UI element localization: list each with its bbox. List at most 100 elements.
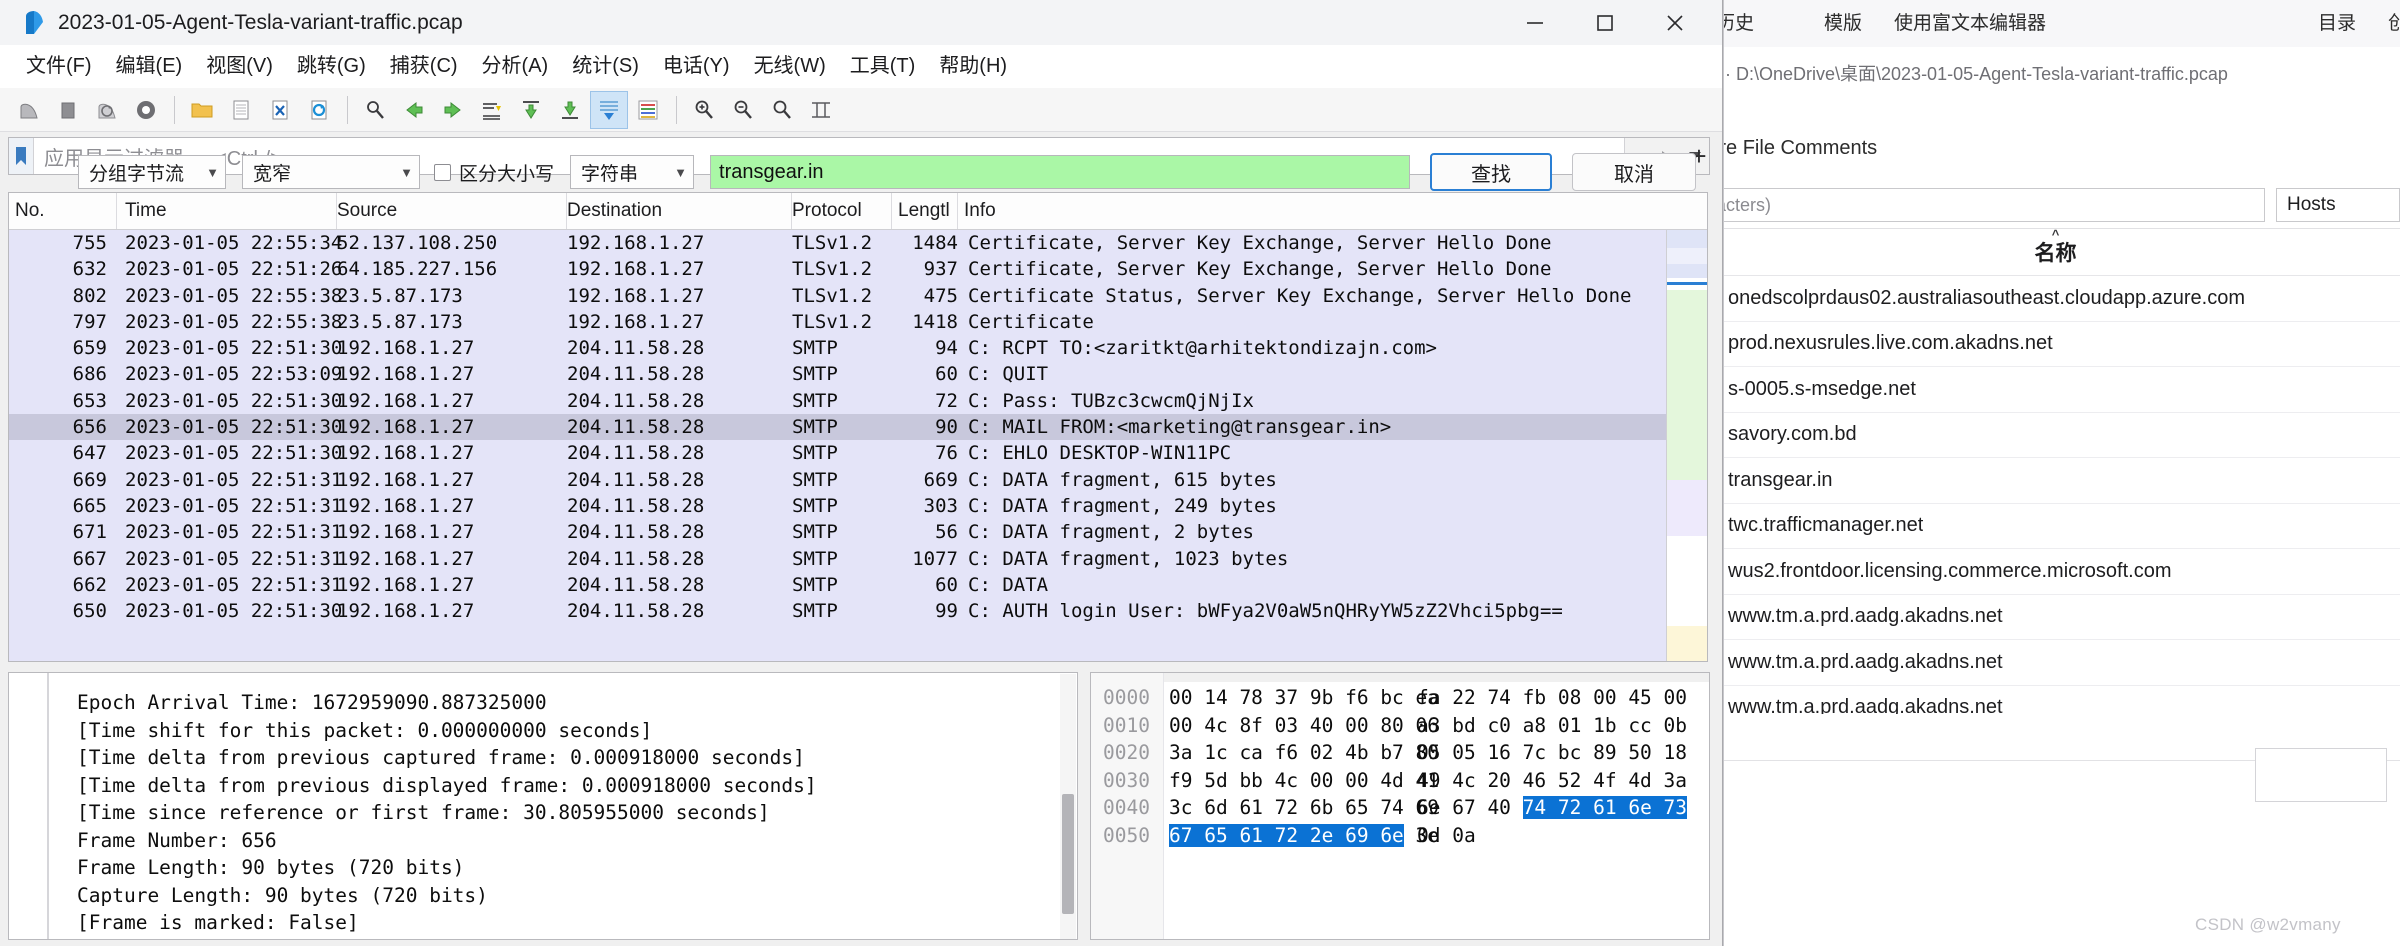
menu-item-3[interactable]: 跳转(G) [285,45,378,88]
cancel-button[interactable]: 取消 [1572,153,1697,191]
packet-row[interactable]: 797 2023-01-05 22:55:38 23.5.87.173 192.168… [9,308,1707,336]
packet-row[interactable]: 665 2023-01-05 22:51:31 192.168.1.27 204.11… [9,492,1707,520]
column-header-no[interactable]: No. [9,193,117,229]
ribbon-item-toc[interactable]: 目录 [2302,0,2372,47]
detail-line[interactable]: Epoch Arrival Time: 1672959090.887325000 [77,689,1077,717]
packet-row[interactable]: 650 2023-01-05 22:51:30 192.168.1.27 204.11… [9,598,1707,625]
packet-time: 2023-01-05 22:51:31 [125,494,343,517]
go-first-packet-icon[interactable] [512,91,550,129]
ribbon-item-rich-text-editor[interactable]: 使用富文本编辑器 [1878,0,2062,47]
background-blank-field[interactable] [2255,748,2387,802]
save-file-icon[interactable] [222,91,260,129]
packet-list-minimap[interactable] [1666,230,1707,661]
detail-line[interactable]: Frame Length: 90 bytes (720 bits) [77,854,1077,882]
column-header-protocol[interactable]: Protocol [792,193,892,229]
hosts-col-name-header[interactable]: ^ 名称 [1711,229,2400,267]
packet-row[interactable]: 755 2023-01-05 22:55:34 52.137.108.250 192.… [9,230,1707,257]
hex-left-group: 3c 6d 61 72 6b 65 74 69 [1169,794,1439,822]
packet-row[interactable]: 802 2023-01-05 22:55:38 23.5.87.173 192.168… [9,282,1707,309]
hex-line[interactable]: 0000 00 14 78 37 9b f6 bc ea fa 22 74 fb 0… [1091,684,1709,712]
packet-bytes-pane[interactable]: 0000 00 14 78 37 9b f6 bc ea fa 22 74 fb 0… [1090,672,1710,940]
packet-row[interactable]: 669 2023-01-05 22:51:31 192.168.1.27 204.11… [9,466,1707,493]
minimize-icon[interactable] [1500,0,1570,45]
auto-scroll-icon[interactable] [590,90,628,129]
pane-splitter[interactable] [8,664,1708,672]
menu-item-10[interactable]: 帮助(H) [927,45,1019,88]
restart-capture-icon[interactable] [88,91,126,129]
packet-row[interactable]: 653 2023-01-05 22:51:30 192.168.1.27 204.11… [9,387,1707,415]
menu-item-5[interactable]: 分析(A) [470,45,561,88]
go-to-packet-icon[interactable] [473,91,511,129]
colorize-icon[interactable] [629,91,667,129]
column-header-length[interactable]: Lengtl [892,193,958,229]
hex-line[interactable]: 0040 3c 6d 61 72 6b 65 74 69 6e 67 40 74 7… [1091,794,1709,822]
detail-line[interactable]: Capture Length: 90 bytes (720 bits) [77,882,1077,910]
hex-line[interactable]: 0010 00 4c 8f 03 40 00 80 06 a3 bd c0 a8 0… [1091,712,1709,740]
menu-item-2[interactable]: 视图(V) [194,45,285,88]
stop-capture-icon[interactable] [49,91,87,129]
menu-item-1[interactable]: 编辑(E) [104,45,195,88]
packet-row[interactable]: 632 2023-01-05 22:51:26 64.185.227.156 192.… [9,256,1707,283]
go-forward-icon[interactable] [434,91,472,129]
wireshark-toolbar [0,88,1722,132]
capture-options-icon[interactable] [127,91,165,129]
scrollbar-thumb[interactable] [1062,794,1074,914]
find-value-type-select[interactable]: 字符串 ▼ [570,155,695,189]
packet-list[interactable]: No. Time Source Destination Protocol Len… [8,192,1708,662]
menu-item-6[interactable]: 统计(S) [560,45,651,88]
hex-line[interactable]: 0050 67 65 61 72 2e 69 6e 3e 0d 0a [1091,822,1709,850]
detail-line[interactable]: [Time delta from previous displayed fram… [77,772,1077,800]
column-header-source[interactable]: Source [337,193,567,229]
hex-line[interactable]: 0030 f9 5d bb 4c 00 00 4d 41 49 4c 20 46 5… [1091,767,1709,795]
go-last-packet-icon[interactable] [551,91,589,129]
find-query-input[interactable]: transgear.in [710,155,1411,189]
menu-item-4[interactable]: 捕获(C) [378,45,470,88]
hex-line[interactable]: 0020 3a 1c ca f6 02 4b b7 80 05 05 16 7c b… [1091,739,1709,767]
maximize-icon[interactable] [1570,0,1640,45]
ribbon-item-template[interactable]: 模版 [1808,0,1878,47]
packet-info: C: EHLO DESKTOP-WIN11PC [968,442,1232,465]
packet-row[interactable]: 656 2023-01-05 22:51:30 192.168.1.27 204.11… [9,414,1707,441]
menu-item-9[interactable]: 工具(T) [838,45,928,88]
detail-line[interactable]: [Time delta from previous captured frame… [77,744,1077,772]
hex-left-group: 00 14 78 37 9b f6 bc ea [1169,684,1439,712]
packet-info: C: DATA fragment, 249 bytes [968,494,1277,517]
start-capture-icon[interactable] [10,91,48,129]
detail-line[interactable]: [Time shift for this packet: 0.000000000… [77,717,1077,745]
column-header-destination[interactable]: Destination [567,193,792,229]
menu-item-7[interactable]: 电话(Y) [651,45,742,88]
menu-item-8[interactable]: 无线(W) [742,45,838,88]
resize-columns-icon[interactable] [802,91,840,129]
packet-detail-pane[interactable]: Epoch Arrival Time: 1672959090.887325000… [8,672,1078,940]
detail-line[interactable]: [Time since reference or first frame: 30… [77,799,1077,827]
packet-detail-scrollbar[interactable] [1060,674,1076,939]
close-file-icon[interactable] [261,91,299,129]
packet-row[interactable]: 659 2023-01-05 22:51:30 192.168.1.27 204.11… [9,335,1707,362]
detail-line[interactable]: Frame Number: 656 [77,827,1077,855]
find-packet-icon[interactable] [356,91,394,129]
detail-line[interactable]: [Frame is ignored: False] [77,937,1077,940]
reload-file-icon[interactable] [300,91,338,129]
open-file-icon[interactable] [183,91,221,129]
column-header-time[interactable]: Time [117,193,337,229]
column-header-info[interactable]: Info [958,193,1707,229]
zoom-out-icon[interactable] [724,91,762,129]
find-search-in-select[interactable]: 分组字节流 ▼ [78,155,226,189]
packet-list-body[interactable]: 755 2023-01-05 22:55:34 52.137.108.250 192.… [9,230,1707,661]
packet-row[interactable]: 667 2023-01-05 22:51:31 192.168.1.27 204.11… [9,545,1707,572]
packet-row[interactable]: 671 2023-01-05 22:51:31 192.168.1.27 204.11… [9,519,1707,546]
packet-row[interactable]: 662 2023-01-05 22:51:31 192.168.1.27 204.11… [9,571,1707,599]
ribbon-item-creation-assistant[interactable]: 创作助手 [2372,0,2400,47]
go-back-icon[interactable] [395,91,433,129]
find-case-sensitive-checkbox[interactable]: 区分大小写 [434,159,554,186]
menu-item-0[interactable]: 文件(F) [14,45,104,88]
packet-row[interactable]: 647 2023-01-05 22:51:30 192.168.1.27 204.11… [9,440,1707,467]
close-icon[interactable] [1640,0,1710,45]
packet-row[interactable]: 686 2023-01-05 22:53:09 192.168.1.27 204.11… [9,361,1707,388]
detail-line[interactable]: [Frame is marked: False] [77,909,1077,937]
find-narrow-wide-select[interactable]: 宽窄 ▼ [242,155,420,189]
find-button[interactable]: 查找 [1430,153,1553,191]
zoom-reset-icon[interactable] [763,91,801,129]
zoom-in-icon[interactable] [685,91,723,129]
background-search-scope[interactable]: Hosts [2276,188,2400,222]
